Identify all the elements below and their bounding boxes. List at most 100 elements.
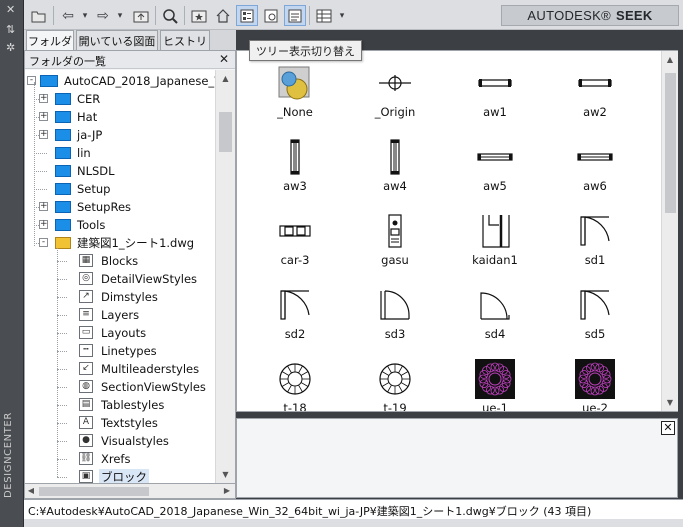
- scroll-down-icon[interactable]: ▼: [662, 394, 678, 411]
- block-item[interactable]: t-18: [245, 353, 345, 411]
- block-item[interactable]: t-19: [345, 353, 445, 411]
- tree-item-category[interactable]: ≡ Layers: [25, 306, 215, 324]
- scroll-left-icon[interactable]: ◀: [25, 484, 37, 498]
- block-item[interactable]: aw3: [245, 131, 345, 205]
- description-icon[interactable]: [284, 5, 306, 26]
- seek-brand-name: SEEK: [615, 8, 653, 23]
- hscroll-thumb[interactable]: [39, 487, 149, 496]
- folder-tree-scrollbar[interactable]: ▲ ▼: [215, 70, 235, 483]
- block-item[interactable]: kaidan1: [445, 205, 545, 279]
- tree-item-folder[interactable]: + Hat: [25, 108, 215, 126]
- block-name: _None: [277, 105, 313, 119]
- properties-icon[interactable]: ✲: [6, 42, 15, 53]
- scroll-down-icon[interactable]: ▼: [216, 466, 235, 483]
- block-item[interactable]: gasu: [345, 205, 445, 279]
- block-item[interactable]: aw6: [545, 131, 645, 205]
- scroll-right-icon[interactable]: ▶: [221, 484, 233, 498]
- tree-item-folder[interactable]: NLSDL: [25, 162, 215, 180]
- block-item[interactable]: sd5: [545, 279, 645, 353]
- tree-item-root[interactable]: -AutoCAD_2018_Japanese_Win: [25, 72, 215, 90]
- block-name: aw6: [583, 179, 607, 193]
- close-palette-icon[interactable]: ✕: [6, 4, 15, 15]
- category-icon: ▦: [79, 254, 93, 267]
- tree-item-category[interactable]: ◎ DetailViewStyles: [25, 270, 215, 288]
- close-icon[interactable]: ✕: [217, 52, 231, 66]
- preview-icon[interactable]: [260, 5, 282, 26]
- tree-item-label: 建築図1_シート1.dwg: [77, 236, 195, 250]
- tree-item-category[interactable]: ↗ Dimstyles: [25, 288, 215, 306]
- block-item[interactable]: aw2: [545, 57, 645, 131]
- tree-item-label: Dimstyles: [101, 290, 158, 304]
- load-folder-icon[interactable]: [28, 5, 50, 26]
- tree-item-folder[interactable]: + SetupRes: [25, 198, 215, 216]
- tree-item-category[interactable]: ┅ Linetypes: [25, 342, 215, 360]
- content-area: _None _Origin aw1 aw2 aw3 aw4 aw5 aw6 car-3 gasu k…: [236, 50, 678, 412]
- tab-history[interactable]: ヒストリ: [160, 30, 210, 50]
- tree-item-label: SetupRes: [77, 200, 132, 214]
- scroll-up-icon[interactable]: ▲: [662, 51, 678, 68]
- block-item[interactable]: _Origin: [345, 57, 445, 131]
- close-icon[interactable]: ✕: [661, 421, 675, 435]
- back-dropdown-icon[interactable]: ▾: [79, 5, 91, 26]
- expand-icon[interactable]: +: [39, 202, 48, 211]
- block-name: kaidan1: [472, 253, 518, 267]
- back-arrow-icon[interactable]: ⇦: [57, 5, 79, 26]
- content-scrollbar[interactable]: ▲ ▼: [661, 51, 678, 411]
- tree-item-category[interactable]: ● Visualstyles: [25, 432, 215, 450]
- expand-icon[interactable]: +: [39, 94, 48, 103]
- tree-item-category[interactable]: ▭ Layouts: [25, 324, 215, 342]
- tab-open-drawings[interactable]: 開いている図面: [76, 30, 158, 50]
- tree-item-label: NLSDL: [77, 164, 115, 178]
- tree-view-toggle-icon[interactable]: [236, 5, 258, 26]
- views-dropdown-icon[interactable]: ▾: [336, 5, 348, 26]
- collapse-icon[interactable]: -: [39, 238, 48, 247]
- tree-item-category[interactable]: ▤ Tablestyles: [25, 396, 215, 414]
- block-item[interactable]: ue-1: [445, 353, 545, 411]
- tree-item-category[interactable]: ▦ Blocks: [25, 252, 215, 270]
- block-item[interactable]: ue-2: [545, 353, 645, 411]
- views-icon[interactable]: [313, 5, 335, 26]
- home-icon[interactable]: [212, 5, 234, 26]
- expand-icon[interactable]: +: [39, 112, 48, 121]
- scroll-thumb[interactable]: [665, 73, 676, 213]
- tree-item-category[interactable]: ⛓ Xrefs: [25, 450, 215, 468]
- tree-item-category[interactable]: A Textstyles: [25, 414, 215, 432]
- tree-item-folder[interactable]: + ja-JP: [25, 126, 215, 144]
- tree-item-category[interactable]: ▣ ブロック: [25, 468, 215, 483]
- tree-item-label: Tools: [77, 218, 106, 232]
- block-name: sd1: [584, 253, 606, 267]
- block-item[interactable]: sd4: [445, 279, 545, 353]
- scroll-up-icon[interactable]: ▲: [216, 70, 235, 87]
- search-icon[interactable]: [159, 5, 181, 26]
- expand-icon[interactable]: +: [39, 220, 48, 229]
- tree-item-folder[interactable]: + Tools: [25, 216, 215, 234]
- tree-item-label: Setup: [77, 182, 111, 196]
- forward-arrow-icon[interactable]: ⇨: [92, 5, 114, 26]
- tree-item-category[interactable]: ◍ SectionViewStyles: [25, 378, 215, 396]
- block-item[interactable]: sd1: [545, 205, 645, 279]
- tree-item-dwg[interactable]: - 建築図1_シート1.dwg: [25, 234, 215, 252]
- tree-item-label: Tablestyles: [101, 398, 165, 412]
- forward-dropdown-icon[interactable]: ▾: [114, 5, 126, 26]
- block-item[interactable]: aw4: [345, 131, 445, 205]
- autodesk-seek-button[interactable]: AUTODESK® SEEK: [501, 5, 679, 26]
- auto-hide-icon[interactable]: ⇅: [6, 24, 15, 35]
- expand-icon[interactable]: +: [39, 130, 48, 139]
- scroll-thumb[interactable]: [219, 112, 232, 152]
- block-item[interactable]: car-3: [245, 205, 345, 279]
- folder-tree-hscrollbar[interactable]: ◀ ▶: [24, 484, 236, 499]
- stair-block-icon: [475, 211, 515, 251]
- favorites-icon[interactable]: [188, 5, 210, 26]
- tree-item-folder[interactable]: Setup: [25, 180, 215, 198]
- up-folder-icon[interactable]: [130, 5, 152, 26]
- block-item[interactable]: sd2: [245, 279, 345, 353]
- block-item[interactable]: _None: [245, 57, 345, 131]
- block-item[interactable]: aw1: [445, 57, 545, 131]
- tree-item-folder[interactable]: + CER: [25, 90, 215, 108]
- folder-list-panel: フォルダの一覧 ✕ -AutoCAD_2018_Japanese_Win+CER…: [24, 50, 236, 484]
- tree-item-category[interactable]: ↙ Multileaderstyles: [25, 360, 215, 378]
- tab-folders[interactable]: フォルダ: [26, 30, 74, 51]
- block-item[interactable]: sd3: [345, 279, 445, 353]
- block-item[interactable]: aw5: [445, 131, 545, 205]
- tree-item-folder[interactable]: lin: [25, 144, 215, 162]
